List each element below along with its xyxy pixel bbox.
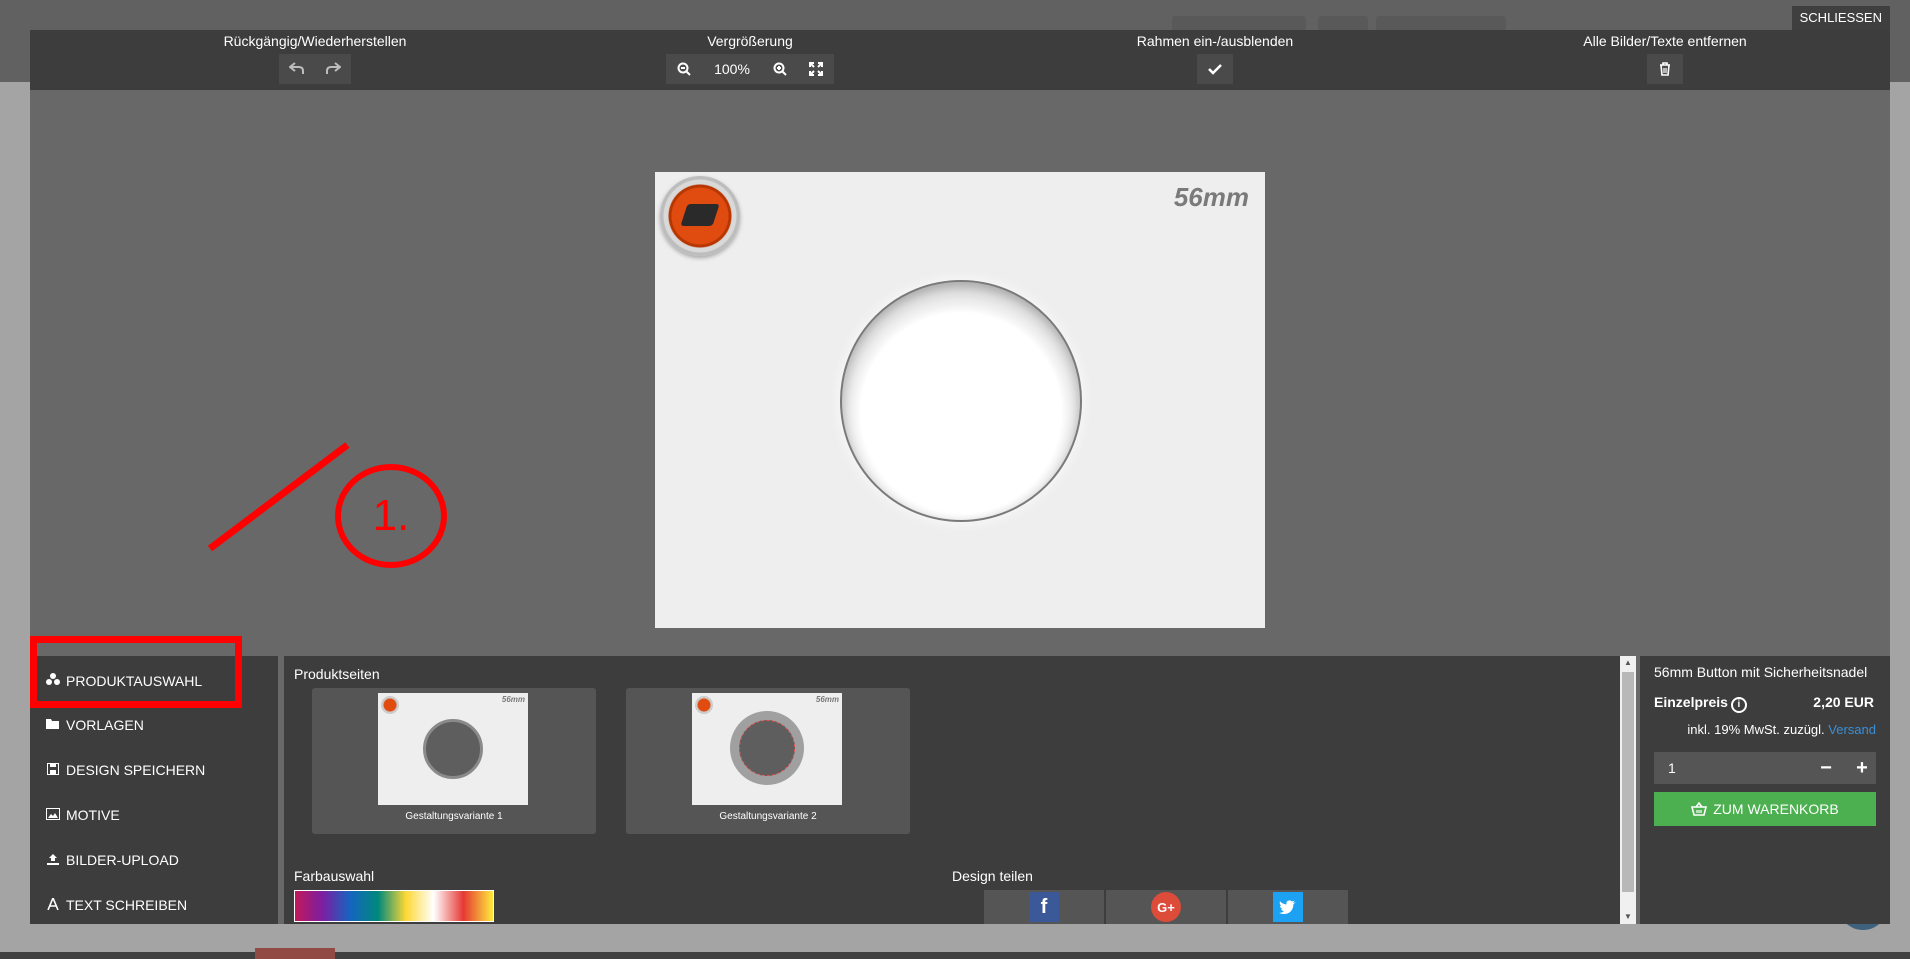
fit-screen-button[interactable]	[797, 54, 834, 84]
frame-toggle-label: Rahmen ein-/ausblenden	[1136, 33, 1294, 49]
frame-toggle-button[interactable]	[1197, 54, 1233, 84]
thumbnail-size-label: 56mm	[501, 695, 525, 704]
scroll-down-icon[interactable]: ▼	[1620, 910, 1636, 924]
quantity-input[interactable]	[1654, 752, 1804, 784]
scroll-up-icon[interactable]: ▲	[1620, 656, 1636, 670]
annotation-highlight-box	[30, 636, 242, 708]
sidebar-item-label: MOTIVE	[66, 807, 120, 823]
design-area: 56mm	[30, 90, 1890, 686]
redo-icon	[326, 62, 341, 74]
save-icon	[44, 762, 62, 778]
add-to-cart-button[interactable]: ZUM WARENKORB	[1654, 792, 1876, 826]
variant-label: Gestaltungsvariante 2	[719, 811, 817, 822]
remove-all-label: Alle Bilder/Texte entfernen	[1583, 33, 1747, 49]
quantity-stepper: − +	[1654, 752, 1876, 784]
thumbnail-logo	[695, 696, 713, 714]
zoom-group: Vergrößerung 100%	[650, 33, 850, 84]
zoom-in-button[interactable]	[761, 54, 798, 84]
zoom-out-icon	[677, 62, 691, 76]
products-title: Produktseiten	[294, 666, 380, 682]
products-scrollbar[interactable]: ▲ ▼	[1620, 656, 1636, 924]
sidebar-item-label: TEXT SCHREIBEN	[66, 897, 188, 913]
color-selection-title: Farbauswahl	[294, 868, 375, 884]
zoom-in-icon	[773, 62, 787, 76]
share-googleplus-button[interactable]: G+	[1106, 890, 1226, 924]
upload-icon	[44, 853, 62, 868]
image-icon	[44, 807, 62, 823]
decrease-quantity-icon[interactable]: −	[1812, 752, 1840, 784]
price-label: Einzelpreis	[1654, 694, 1728, 710]
thumbnail-button-shape	[423, 719, 483, 779]
redo-button[interactable]	[315, 54, 351, 84]
expand-icon	[808, 62, 823, 76]
remove-all-group: Alle Bilder/Texte entfernen	[1555, 33, 1775, 84]
zoom-value: 100%	[702, 54, 762, 84]
sidebar-item-vorlagen[interactable]: VORLAGEN	[44, 717, 144, 733]
share-design-title: Design teilen	[952, 868, 1033, 884]
share-twitter-button[interactable]	[1228, 890, 1348, 924]
bottom-panel: PRODUKTAUSWAHL VORLAGEN DESIGN SPEICHERN…	[30, 656, 1890, 924]
variant-card-1[interactable]: 56mm Gestaltungsvariante 1	[312, 688, 596, 834]
variant-card-2[interactable]: 56mm Gestaltungsvariante 2	[626, 688, 910, 834]
sidebar-item-bilder-upload[interactable]: BILDER-UPLOAD	[44, 852, 179, 868]
sidebar-item-label: DESIGN SPEICHERN	[66, 762, 206, 778]
brand-logo	[660, 176, 740, 256]
sidebar-item-text-schreiben[interactable]: TEXT SCHREIBEN	[44, 895, 188, 913]
info-icon[interactable]: i	[1730, 697, 1747, 713]
close-button[interactable]: SCHLIESSEN	[1791, 6, 1890, 30]
thumbnail-size-label: 56mm	[815, 695, 839, 704]
tax-info: inkl. 19% MwSt. zuzügl. Versand	[1654, 722, 1876, 737]
cart-panel: 56mm Button mit Sicherheitsnadel Einzelp…	[1640, 656, 1890, 924]
undo-redo-group: Rückgängig/Wiederherstellen	[185, 33, 445, 84]
sidebar-item-motive[interactable]: MOTIVE	[44, 807, 120, 823]
product-name: 56mm Button mit Sicherheitsnadel	[1654, 664, 1868, 680]
canvas-size-label: 56mm	[1173, 182, 1249, 212]
brand-logo-mark	[680, 204, 720, 226]
color-picker-bar[interactable]	[294, 890, 494, 922]
share-facebook-button[interactable]: f	[984, 890, 1104, 924]
thumbnail-button-shape	[730, 711, 804, 785]
folder-icon	[44, 718, 62, 733]
thumbnail-logo	[381, 696, 399, 714]
trash-icon	[1660, 62, 1670, 76]
frame-toggle-group: Rahmen ein-/ausblenden	[1105, 33, 1325, 84]
designer-toolbar: Rückgängig/Wiederherstellen Vergrößerung…	[30, 30, 1890, 90]
checkmark-icon	[1208, 64, 1222, 75]
button-design-area[interactable]	[840, 280, 1082, 522]
zoom-label: Vergrößerung	[707, 33, 793, 49]
price-row: Einzelpreis i 2,20 EUR	[1654, 694, 1874, 713]
annotation-circle: 1.	[335, 464, 447, 568]
remove-all-button[interactable]	[1647, 54, 1683, 84]
variant-thumbnail: 56mm	[378, 693, 528, 805]
undo-redo-label: Rückgängig/Wiederherstellen	[223, 33, 407, 49]
tax-text: inkl. 19% MwSt. zuzügl.	[1687, 722, 1825, 737]
sidebar-item-label: VORLAGEN	[66, 717, 144, 733]
increase-quantity-icon[interactable]: +	[1848, 752, 1876, 784]
design-canvas[interactable]: 56mm	[655, 172, 1265, 628]
twitter-icon	[1273, 892, 1303, 922]
add-to-cart-label: ZUM WARENKORB	[1713, 801, 1839, 817]
sidebar-item-label: BILDER-UPLOAD	[66, 852, 179, 868]
basket-icon	[1691, 802, 1708, 816]
undo-button[interactable]	[279, 54, 315, 84]
facebook-icon: f	[1029, 892, 1059, 922]
variant-label: Gestaltungsvariante 1	[405, 811, 503, 822]
text-icon	[44, 895, 62, 913]
scroll-thumb[interactable]	[1622, 672, 1634, 892]
unit-price: 2,20 EUR	[1813, 694, 1874, 710]
products-panel: Produktseiten 56mm Gestaltungsvariante 1…	[284, 656, 1636, 924]
google-plus-icon: G+	[1151, 892, 1181, 922]
undo-icon	[289, 62, 304, 74]
variant-thumbnail: 56mm	[692, 693, 842, 805]
shipping-link[interactable]: Versand	[1828, 722, 1876, 737]
sidebar-item-design-speichern[interactable]: DESIGN SPEICHERN	[44, 762, 205, 778]
zoom-out-button[interactable]	[666, 54, 703, 84]
